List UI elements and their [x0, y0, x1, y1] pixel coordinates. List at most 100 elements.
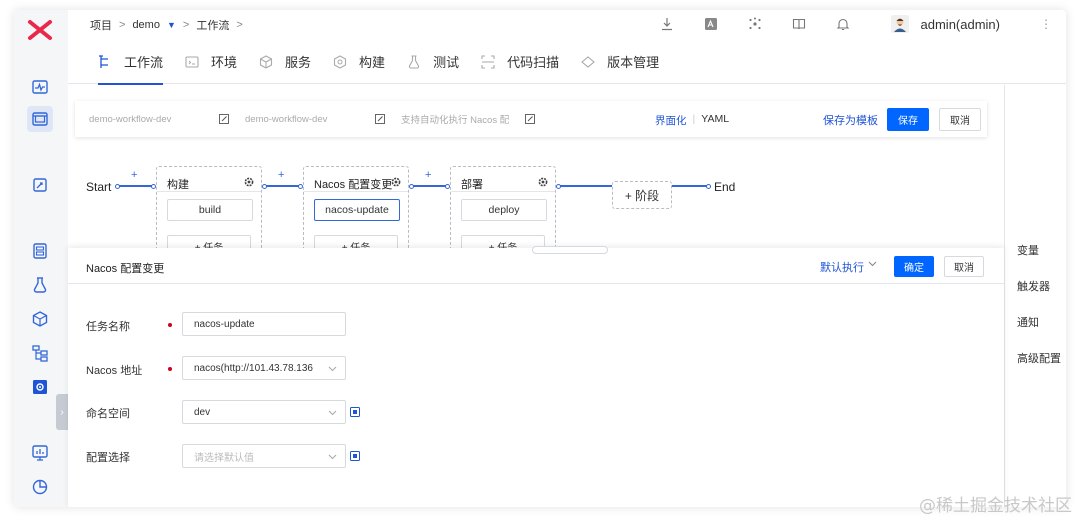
tab-label: 服务 [285, 55, 312, 70]
zadig-logo-icon[interactable] [26, 18, 54, 42]
save-as-template-link[interactable]: 保存为模板 [823, 112, 878, 128]
variable-toggle-icon[interactable] [350, 407, 360, 417]
nacos-address-select[interactable]: nacos(http://101.43.78.136 [182, 356, 346, 380]
tab-environment[interactable]: 环境 [185, 40, 237, 84]
gear-icon[interactable] [390, 176, 402, 188]
sidebar-project-icon[interactable] [27, 106, 53, 132]
sidebar-monitor-icon[interactable] [27, 74, 53, 100]
user-name[interactable]: admin(admin) [921, 17, 1000, 32]
sidebar-settings-icon[interactable] [27, 374, 53, 400]
tab-label: 环境 [211, 55, 238, 70]
docs-book-icon[interactable] [791, 16, 807, 32]
chevron-down-icon [328, 366, 337, 372]
insert-stage-button[interactable]: + [131, 169, 137, 181]
stage-title: 构建 [167, 179, 189, 191]
language-icon[interactable] [703, 16, 719, 32]
plugins-icon[interactable] [747, 16, 763, 32]
tab-label: 工作流 [124, 55, 164, 70]
connector-line [413, 185, 447, 187]
breadcrumb: 项目 > demo ▼ > 工作流 > [90, 17, 243, 33]
mode-yaml-option[interactable]: YAML [701, 113, 729, 128]
start-node: Start [86, 180, 112, 194]
stage-title: 部署 [461, 179, 483, 191]
sidebar-expand-toggle[interactable]: › [56, 394, 68, 430]
build-icon [333, 54, 347, 69]
cancel-button[interactable]: 取消 [939, 108, 981, 131]
namespace-label: 命名空间 [86, 408, 130, 420]
tab-label: 版本管理 [607, 55, 660, 70]
breadcrumb-project[interactable]: 项目 [90, 17, 112, 33]
breadcrumb-section[interactable]: 工作流 [196, 17, 229, 33]
tab-service[interactable]: 服务 [259, 40, 311, 84]
connector-line [672, 185, 708, 187]
sidebar-package-icon[interactable] [27, 306, 53, 332]
insert-stage-button[interactable]: + [278, 169, 284, 181]
panel-item-variables[interactable]: 变量 [1017, 242, 1039, 258]
gear-icon[interactable] [243, 176, 255, 188]
scan-icon [481, 54, 495, 69]
breadcrumb-separator: > [119, 19, 126, 31]
task-name-input[interactable]: nacos-update [182, 312, 346, 336]
env-icon [185, 55, 199, 68]
avatar[interactable] [890, 15, 909, 33]
sidebar-topology-icon[interactable] [27, 340, 53, 366]
download-icon[interactable] [659, 16, 675, 32]
namespace-select[interactable]: dev [182, 400, 346, 424]
nacos-address-label: Nacos 地址 [86, 365, 143, 377]
mode-ui-option[interactable]: 界面化 [655, 113, 687, 128]
workflow-config-bar: demo-workflow-dev demo-workflow-dev 支持自动… [75, 101, 987, 137]
stage-divider [451, 191, 555, 192]
insert-stage-button[interactable]: + [425, 169, 431, 181]
confirm-button[interactable]: 确定 [894, 256, 934, 277]
test-icon [408, 54, 420, 69]
version-icon [581, 55, 595, 68]
sidebar-piechart-icon[interactable] [27, 474, 53, 500]
workflow-icon [99, 54, 108, 68]
config-select-label: 配置选择 [86, 452, 130, 464]
panel-item-advanced[interactable]: 高级配置 [1017, 350, 1061, 366]
breadcrumb-project-name[interactable]: demo [132, 19, 160, 31]
tab-code-scan[interactable]: 代码扫描 [481, 40, 559, 84]
tab-test[interactable]: 测试 [407, 40, 459, 84]
gear-icon[interactable] [537, 176, 549, 188]
stage-card[interactable]: 构建 build + 任务 [156, 166, 262, 257]
connector-line [266, 185, 300, 187]
stage-card[interactable]: Nacos 配置变更 nacos-update + 任务 [303, 166, 409, 257]
run-mode-dropdown[interactable]: 默认执行 [820, 259, 864, 275]
save-button[interactable]: 保存 [887, 108, 929, 131]
tab-workflow[interactable]: 工作流 [98, 40, 164, 85]
panel-item-triggers[interactable]: 触发器 [1017, 278, 1050, 294]
sidebar-registry-icon[interactable] [27, 238, 53, 264]
edit-icon[interactable] [525, 114, 535, 124]
edit-icon[interactable] [219, 114, 229, 124]
edit-icon[interactable] [375, 114, 385, 124]
stage-card[interactable]: 部署 deploy + 任务 [450, 166, 556, 257]
variable-toggle-icon[interactable] [350, 451, 360, 461]
cancel-button[interactable]: 取消 [944, 256, 984, 277]
breadcrumb-separator: > [182, 19, 190, 31]
more-vertical-icon[interactable]: ⋮ [1040, 17, 1052, 31]
tab-build[interactable]: 构建 [333, 40, 385, 84]
sidebar-release-icon[interactable] [27, 172, 53, 198]
job-button[interactable]: nacos-update [314, 199, 400, 221]
chevron-down-icon [328, 410, 337, 416]
add-stage-button[interactable]: + 阶段 [612, 181, 672, 209]
workflow-id-field[interactable]: demo-workflow-dev [89, 114, 219, 125]
chevron-down-icon [328, 454, 337, 460]
job-button[interactable]: deploy [461, 199, 547, 221]
mode-separator: | [692, 113, 696, 125]
job-button[interactable]: build [167, 199, 253, 221]
bell-icon[interactable] [835, 16, 851, 32]
sidebar-test-flask-icon[interactable] [27, 272, 53, 298]
workflow-settings-panel: 变量 触发器 通知 高级配置 [1004, 85, 1066, 507]
workflow-description-field[interactable]: 支持自动化执行 Nacos 配 [401, 112, 511, 126]
module-tabs: 工作流 环境 服务 构建 测试 代码扫描 版本管理 [68, 40, 1066, 85]
tab-version[interactable]: 版本管理 [581, 40, 659, 84]
config-select[interactable]: 请选择默认值 [182, 444, 346, 468]
sidebar-dashboard-icon[interactable] [27, 440, 53, 466]
panel-item-notify[interactable]: 通知 [1017, 314, 1039, 330]
caret-down-icon[interactable]: ▼ [167, 20, 176, 30]
chevron-down-icon[interactable] [868, 259, 877, 268]
connector-dot [706, 184, 711, 189]
workflow-name-field[interactable]: demo-workflow-dev [245, 114, 375, 125]
